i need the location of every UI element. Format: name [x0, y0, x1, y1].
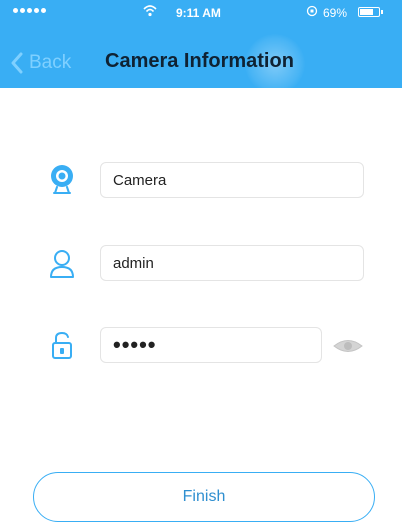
- nav-bar: Back Camera Information: [0, 26, 402, 94]
- back-button[interactable]: Back: [10, 50, 71, 76]
- battery-icon: [358, 7, 383, 17]
- page-title: Camera Information: [105, 50, 294, 72]
- battery-percent: 69%: [323, 6, 348, 20]
- header: 9:11 AM 69% Back Camera Information: [0, 0, 402, 94]
- finish-button[interactable]: Finish: [33, 472, 375, 522]
- signal-dots-icon: [13, 8, 46, 13]
- password-field[interactable]: [100, 327, 322, 363]
- user-icon: [50, 250, 74, 278]
- status-bar: 9:11 AM 69%: [0, 0, 402, 26]
- username-field[interactable]: [100, 245, 364, 281]
- camera-name-field[interactable]: [100, 162, 364, 198]
- eye-icon[interactable]: [333, 337, 363, 355]
- finish-label: Finish: [182, 488, 226, 505]
- back-label: Back: [29, 52, 72, 73]
- chevron-left-icon: [11, 52, 23, 74]
- camera-icon: [51, 165, 73, 194]
- wifi-icon: [143, 5, 157, 17]
- lock-icon: [52, 331, 72, 359]
- status-time: 9:11 AM: [176, 6, 221, 20]
- orientation-lock-icon: [306, 5, 318, 17]
